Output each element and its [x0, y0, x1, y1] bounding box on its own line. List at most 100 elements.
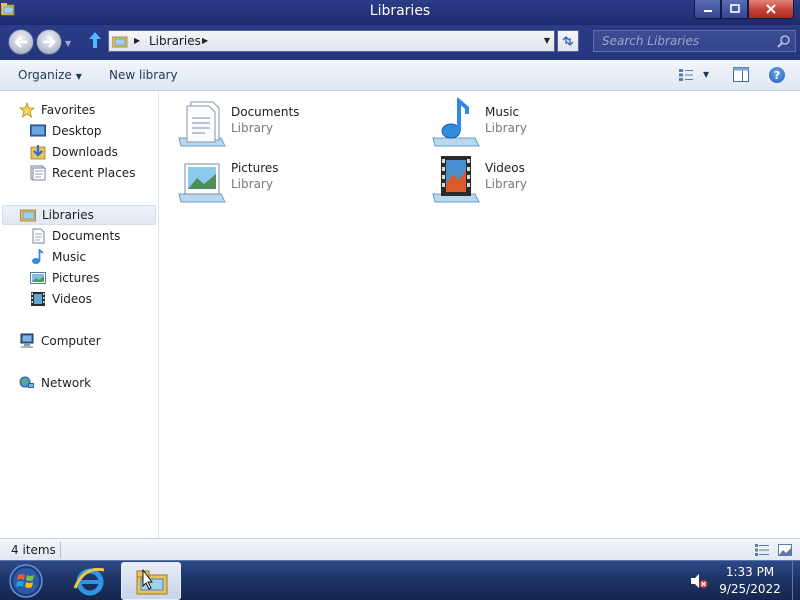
library-item-pictures[interactable]: Pictures Library	[177, 154, 427, 204]
sidebar-item-documents[interactable]: Documents	[30, 226, 120, 246]
close-icon	[766, 4, 776, 14]
sidebar-item-label: Libraries	[42, 208, 94, 222]
show-desktop-button[interactable]	[792, 561, 800, 600]
taskbar: 1:33 PM 9/25/2022	[0, 560, 800, 600]
organize-label: Organize	[18, 68, 72, 82]
library-type: Library	[231, 121, 273, 135]
music-library-icon	[432, 98, 480, 147]
window-title: Libraries	[369, 3, 431, 19]
sidebar-item-videos[interactable]: Videos	[30, 289, 92, 309]
clock-time: 1:33 PM	[725, 565, 775, 579]
large-icons-view-icon[interactable]	[778, 544, 792, 556]
help-icon: ?	[773, 68, 781, 82]
breadcrumb-libraries[interactable]: Libraries	[149, 34, 201, 48]
sidebar-item-label: Network	[41, 376, 92, 390]
preview-pane-icon[interactable]	[733, 67, 749, 82]
maximize-button[interactable]	[721, 0, 748, 19]
sidebar-item-downloads[interactable]: Downloads	[30, 142, 118, 162]
navigation-bar: ▼ ▶ Libraries ▶ ▼	[0, 25, 800, 60]
up-button[interactable]	[88, 31, 102, 54]
new-library-button[interactable]: New library	[109, 68, 178, 82]
documents-library-icon	[178, 101, 226, 147]
clock-date: 9/25/2022	[719, 582, 781, 596]
sidebar-item-recent-places[interactable]: Recent Places	[30, 163, 135, 183]
help-button[interactable]: ?	[769, 67, 785, 83]
search-input[interactable]	[594, 31, 774, 51]
sidebar-item-computer[interactable]: Computer	[19, 331, 101, 351]
minimize-button[interactable]	[694, 0, 721, 19]
sidebar-item-music[interactable]: Music	[30, 247, 86, 267]
volume-muted-icon[interactable]	[690, 573, 708, 589]
status-divider	[60, 542, 61, 558]
chevron-down-icon: ▼	[75, 72, 82, 81]
music-icon	[32, 249, 44, 264]
explorer-taskbar-button[interactable]	[121, 562, 181, 600]
library-type: Library	[485, 177, 527, 191]
command-bar: Organize ▼ New library ▼ ?	[0, 60, 800, 91]
refresh-icon	[562, 36, 574, 46]
library-type: Library	[231, 177, 273, 191]
refresh-button[interactable]	[557, 30, 579, 52]
pictures-icon	[30, 272, 46, 284]
close-button[interactable]	[748, 0, 794, 19]
status-bar: 4 items	[0, 538, 800, 560]
sidebar-item-label: Favorites	[41, 103, 96, 117]
address-dropdown-icon[interactable]: ▼	[544, 36, 550, 45]
library-item-music[interactable]: Music Library	[431, 98, 681, 148]
library-name: Videos	[485, 161, 525, 175]
sidebar-item-label: Computer	[41, 334, 101, 348]
search-box[interactable]	[593, 30, 796, 52]
star-icon	[19, 102, 35, 118]
forward-arrow-icon	[43, 36, 56, 48]
maximize-icon	[729, 4, 740, 13]
system-clock[interactable]: 1:33 PM 9/25/2022	[712, 564, 788, 598]
sidebar-item-desktop[interactable]: Desktop	[30, 121, 102, 141]
pictures-library-icon	[178, 163, 226, 203]
recent-places-icon	[30, 165, 46, 181]
sidebar-item-pictures[interactable]: Pictures	[30, 268, 100, 288]
title-bar: Libraries	[0, 0, 800, 25]
sidebar-item-label: Recent Places	[52, 166, 136, 180]
organize-button[interactable]: Organize ▼	[18, 68, 82, 82]
sidebar-item-label: Documents	[52, 229, 121, 243]
sidebar-item-favorites[interactable]: Favorites	[19, 100, 95, 120]
library-type: Library	[485, 121, 527, 135]
navigation-pane: Favorites Desktop Downloads Recent Place…	[0, 92, 159, 538]
sidebar-item-network[interactable]: Network	[19, 373, 91, 393]
downloads-icon	[30, 145, 46, 160]
sidebar-item-label: Desktop	[52, 124, 102, 138]
sidebar-item-label: Downloads	[52, 145, 118, 159]
library-item-videos[interactable]: Videos Library	[431, 154, 681, 204]
library-name: Documents	[231, 105, 300, 119]
change-view-icon[interactable]	[678, 68, 694, 82]
search-icon[interactable]	[777, 34, 791, 48]
recent-pages-dropdown[interactable]: ▼	[65, 39, 71, 48]
sidebar-item-libraries[interactable]: Libraries	[2, 205, 156, 225]
breadcrumb-separator-icon[interactable]: ▶	[202, 36, 208, 45]
libraries-icon	[112, 36, 128, 48]
internet-explorer-icon[interactable]	[70, 562, 110, 600]
sidebar-item-label: Music	[52, 250, 87, 264]
minimize-icon	[703, 10, 712, 12]
start-button[interactable]	[6, 562, 46, 600]
videos-library-icon	[432, 156, 480, 203]
breadcrumb-separator-icon[interactable]: ▶	[134, 36, 140, 45]
explorer-icon	[136, 569, 168, 595]
computer-icon	[20, 333, 34, 348]
details-view-icon[interactable]	[755, 544, 769, 556]
libraries-icon	[20, 209, 36, 222]
library-item-documents[interactable]: Documents Library	[177, 98, 427, 148]
forward-button[interactable]	[36, 29, 62, 55]
library-name: Pictures	[231, 161, 279, 175]
item-count: 4 items	[11, 543, 56, 557]
back-button[interactable]	[8, 29, 34, 55]
address-bar[interactable]: ▶ Libraries ▶ ▼	[108, 30, 555, 52]
videos-icon	[31, 292, 45, 306]
documents-icon	[32, 228, 45, 244]
network-icon	[19, 376, 34, 388]
sidebar-item-label: Pictures	[52, 271, 100, 285]
view-options-dropdown[interactable]: ▼	[703, 70, 709, 79]
file-view: Documents Library Music Library Pictures…	[160, 92, 800, 538]
desktop-icon	[30, 124, 46, 137]
sidebar-item-label: Videos	[52, 292, 92, 306]
